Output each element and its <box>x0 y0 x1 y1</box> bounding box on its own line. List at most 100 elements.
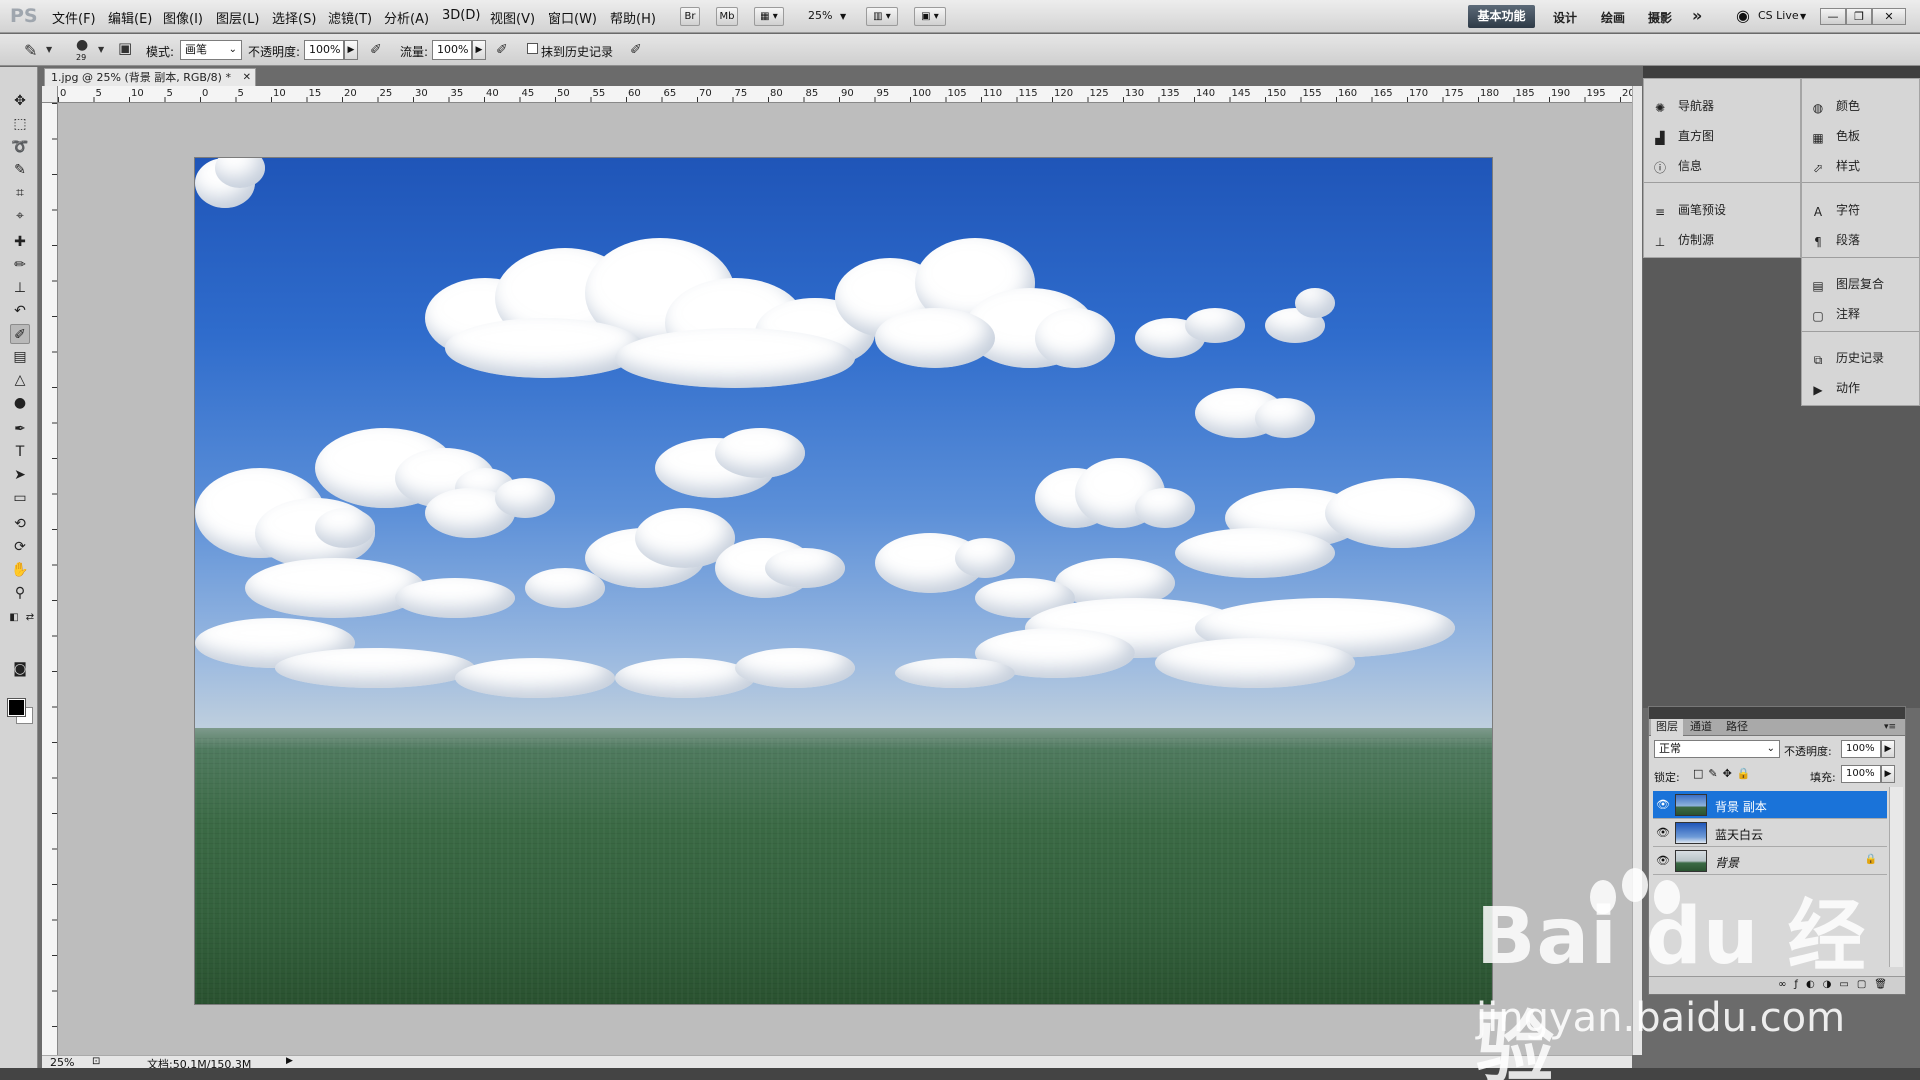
layer-opacity-input[interactable]: 100% <box>1841 740 1881 758</box>
visibility-eye-icon[interactable]: 👁 <box>1655 825 1671 841</box>
screen-mode-button[interactable]: ▣ ▾ <box>914 7 946 26</box>
foreground-color-swatch[interactable] <box>7 698 26 717</box>
document-tab[interactable]: 1.jpg @ 25% (背景 副本, RGB/8) * ✕ <box>44 68 256 86</box>
menu-analysis[interactable]: 分析(A) <box>384 8 429 27</box>
menu-3d[interactable]: 3D(D) <box>442 8 480 23</box>
tab-channels[interactable]: 通道 <box>1685 719 1717 736</box>
marquee-tool-icon[interactable]: ⬚ <box>10 114 30 134</box>
menu-edit[interactable]: 编辑(E) <box>108 8 152 27</box>
panel-navigator[interactable]: ✺ 导航器 <box>1652 97 1714 115</box>
blend-mode-select[interactable]: 正常 ⌄ <box>1654 740 1780 758</box>
ruler-origin[interactable] <box>42 86 58 103</box>
history-brush-tool-icon[interactable]: ↶ <box>10 301 30 321</box>
erase-to-history-checkbox[interactable] <box>527 43 538 54</box>
brush-preview-icon[interactable]: ● <box>76 38 88 52</box>
blur-tool-icon[interactable]: △ <box>10 370 30 390</box>
airbrush-icon[interactable]: ✐ <box>496 43 508 57</box>
lasso-tool-icon[interactable]: ➰ <box>10 137 30 157</box>
workspace-photography[interactable]: 摄影 <box>1648 9 1672 26</box>
panel-color[interactable]: ◍ 颜色 <box>1810 97 1860 115</box>
healing-brush-tool-icon[interactable]: ✚ <box>10 232 30 252</box>
fill-slider-button[interactable]: ▶ <box>1881 765 1895 783</box>
brush-tool-icon[interactable]: ✏ <box>10 255 30 275</box>
visibility-eye-icon[interactable]: 👁 <box>1655 797 1671 813</box>
horizontal-scrollbar[interactable] <box>300 1055 1632 1068</box>
panel-notes[interactable]: ▢ 注释 <box>1810 305 1860 323</box>
3d-orbit-tool-icon[interactable]: ⟳ <box>10 537 30 557</box>
eyedropper-tool-icon[interactable]: ⌖ <box>10 206 30 226</box>
quick-mask-icon[interactable]: ◙ <box>10 659 30 679</box>
layers-panel-header[interactable] <box>1649 707 1905 719</box>
minimize-button[interactable]: — <box>1820 8 1846 25</box>
shape-tool-icon[interactable]: ▭ <box>10 488 30 508</box>
document-image[interactable] <box>195 158 1492 1004</box>
tab-paths[interactable]: 路径 <box>1721 719 1753 736</box>
panel-styles[interactable]: ⬀ 样式 <box>1810 157 1860 175</box>
status-menu-arrow-icon[interactable]: ▶ <box>286 1056 293 1066</box>
panel-histogram[interactable]: ▟ 直方图 <box>1652 127 1714 145</box>
panel-paragraph[interactable]: ¶ 段落 <box>1810 231 1860 249</box>
menu-window[interactable]: 窗口(W) <box>548 8 597 27</box>
zoom-tool-icon[interactable]: ⚲ <box>10 583 30 603</box>
tablet-pressure-size-icon[interactable]: ✐ <box>630 43 642 57</box>
crop-tool-icon[interactable]: ⌗ <box>10 183 30 203</box>
panel-actions[interactable]: ▶ 动作 <box>1810 379 1860 397</box>
opacity-slider-button[interactable]: ▶ <box>344 40 358 60</box>
tab-layers[interactable]: 图层 <box>1651 719 1683 736</box>
close-button[interactable]: ✕ <box>1872 8 1906 25</box>
tablet-pressure-opacity-icon[interactable]: ✐ <box>370 43 382 57</box>
menu-image[interactable]: 图像(I) <box>163 8 203 27</box>
mode-select[interactable]: 画笔 ⌄ <box>180 40 242 60</box>
panel-menu-icon[interactable]: ▾≡ <box>1879 719 1901 736</box>
opacity-input[interactable]: 100% <box>304 40 344 60</box>
history-brush-tool-icon[interactable]: ✎ <box>24 43 37 59</box>
menu-select[interactable]: 选择(S) <box>272 8 316 27</box>
fill-input[interactable]: 100% <box>1841 765 1881 783</box>
flow-slider-button[interactable]: ▶ <box>472 40 486 60</box>
layer-row[interactable]: 👁 背景 副本 <box>1653 791 1887 819</box>
type-tool-icon[interactable]: T <box>10 442 30 462</box>
eraser-tool-icon[interactable]: ✐ <box>10 324 30 344</box>
panel-swatches[interactable]: ▦ 色板 <box>1810 127 1860 145</box>
flow-input[interactable]: 100% <box>432 40 472 60</box>
panel-clone-source[interactable]: ⊥ 仿制源 <box>1652 231 1714 249</box>
status-options-icon[interactable]: ⊡ <box>92 1056 100 1067</box>
3d-rotate-tool-icon[interactable]: ⟲ <box>10 514 30 534</box>
path-selection-tool-icon[interactable]: ➤ <box>10 465 30 485</box>
layer-row[interactable]: 👁 背景 🔒 <box>1653 847 1887 875</box>
hand-tool-icon[interactable]: ✋ <box>10 560 30 580</box>
swap-colors-icon[interactable]: ⇄ <box>20 608 40 628</box>
bridge-button[interactable]: Br <box>680 7 700 26</box>
layer-opacity-slider-button[interactable]: ▶ <box>1881 740 1895 758</box>
lock-options-icons[interactable]: □✎✥🔒 <box>1693 767 1756 780</box>
close-icon[interactable]: ✕ <box>243 69 251 86</box>
clone-stamp-tool-icon[interactable]: ⊥ <box>10 278 30 298</box>
pen-tool-icon[interactable]: ✒ <box>10 419 30 439</box>
menu-view[interactable]: 视图(V) <box>490 8 535 27</box>
gradient-tool-icon[interactable]: ▤ <box>10 347 30 367</box>
view-extras-button[interactable]: ▦ ▾ <box>754 7 784 26</box>
chevron-down-icon[interactable]: ▼ <box>98 46 104 54</box>
panel-brush-presets[interactable]: ≡ 画笔预设 <box>1652 201 1726 219</box>
brush-panel-toggle-icon[interactable]: ▣ <box>118 41 132 56</box>
panel-info[interactable]: ⓘ 信息 <box>1652 157 1702 175</box>
zoom-level-menu[interactable]: 25% <box>808 9 832 22</box>
chevron-down-icon[interactable]: ▼ <box>46 46 52 54</box>
panel-character[interactable]: A 字符 <box>1810 201 1860 219</box>
vertical-ruler[interactable] <box>42 103 58 1055</box>
panel-layer-comps[interactable]: ▤ 图层复合 <box>1810 275 1884 293</box>
minibridge-button[interactable]: Mb <box>716 7 738 26</box>
quick-selection-tool-icon[interactable]: ✎ <box>10 160 30 180</box>
menu-layer[interactable]: 图层(L) <box>216 8 259 27</box>
menu-file[interactable]: 文件(F) <box>52 8 96 27</box>
layer-row[interactable]: 👁 蓝天白云 <box>1653 819 1887 847</box>
menu-filter[interactable]: 滤镜(T) <box>328 8 372 27</box>
move-tool-icon[interactable]: ✥ <box>10 91 30 111</box>
restore-button[interactable]: ❐ <box>1846 8 1872 25</box>
arrange-documents-button[interactable]: ▥ ▾ <box>866 7 898 26</box>
workspace-design[interactable]: 设计 <box>1553 9 1577 26</box>
dodge-tool-icon[interactable]: ● <box>10 393 30 413</box>
menu-help[interactable]: 帮助(H) <box>610 8 656 27</box>
workspace-essentials[interactable]: 基本功能 <box>1468 5 1535 28</box>
cs-live-button[interactable]: CS Live <box>1758 9 1799 22</box>
